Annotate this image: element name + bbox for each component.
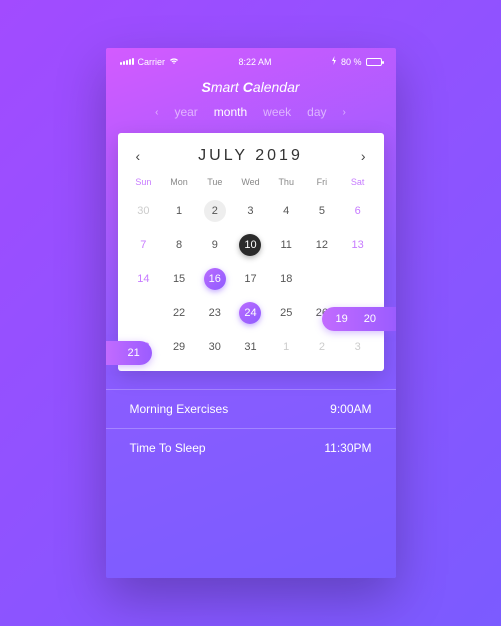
- day-cell[interactable]: 2: [304, 333, 340, 361]
- dow-label: Mon: [161, 177, 197, 191]
- day-cell[interactable]: [126, 299, 162, 327]
- day-cell[interactable]: 9: [197, 231, 233, 259]
- day-cell[interactable]: 17: [233, 265, 269, 293]
- event-row[interactable]: Morning Exercises 9:00AM: [106, 389, 396, 428]
- range-day: 19: [336, 313, 348, 325]
- app-title: Smart Calendar: [106, 71, 396, 105]
- range-day: 20: [364, 313, 376, 325]
- range-pill-19-20[interactable]: 19 20: [322, 307, 396, 331]
- wifi-icon: [169, 57, 179, 67]
- tab-month[interactable]: month: [214, 105, 247, 119]
- dow-label: Fri: [304, 177, 340, 191]
- dow-label: Wed: [233, 177, 269, 191]
- events-list: Morning Exercises 9:00AM Time To Sleep 1…: [106, 389, 396, 467]
- day-cell[interactable]: 7: [126, 231, 162, 259]
- battery-icon: [366, 58, 382, 66]
- calendar-grid: SunMonTueWedThuFriSat3012345678910111213…: [118, 177, 384, 361]
- phone-frame: Carrier 8:22 AM 80 % Smart Calendar ‹ ye…: [106, 48, 396, 578]
- view-tabs: ‹ year month week day ›: [106, 105, 396, 133]
- day-cell[interactable]: 18: [268, 265, 304, 293]
- status-bar: Carrier 8:22 AM 80 %: [106, 48, 396, 71]
- month-label: JULY 2019: [198, 147, 303, 165]
- day-cell[interactable]: 23: [197, 299, 233, 327]
- tab-week[interactable]: week: [263, 105, 291, 119]
- day-cell[interactable]: 4: [268, 197, 304, 225]
- day-cell[interactable]: 30: [126, 197, 162, 225]
- day-cell[interactable]: 1: [161, 197, 197, 225]
- dow-label: Thu: [268, 177, 304, 191]
- day-cell[interactable]: 29: [161, 333, 197, 361]
- battery-pct-label: 80 %: [341, 57, 362, 67]
- day-cell[interactable]: 31: [233, 333, 269, 361]
- range-day: 21: [128, 347, 140, 359]
- dow-label: Sat: [340, 177, 376, 191]
- tabs-next-icon[interactable]: ›: [343, 107, 346, 118]
- day-cell[interactable]: 6: [340, 197, 376, 225]
- day-cell[interactable]: 12: [304, 231, 340, 259]
- day-cell[interactable]: 22: [161, 299, 197, 327]
- day-cell[interactable]: 15: [161, 265, 197, 293]
- event-time: 11:30PM: [324, 441, 371, 455]
- event-title: Morning Exercises: [130, 402, 229, 416]
- tab-day[interactable]: day: [307, 105, 326, 119]
- day-cell[interactable]: 11: [268, 231, 304, 259]
- day-cell[interactable]: 14: [126, 265, 162, 293]
- day-cell[interactable]: [340, 265, 376, 293]
- month-prev-button[interactable]: ‹: [136, 148, 141, 164]
- tab-year[interactable]: year: [174, 105, 197, 119]
- day-cell[interactable]: 5: [304, 197, 340, 225]
- day-cell[interactable]: [304, 265, 340, 293]
- carrier-label: Carrier: [138, 57, 166, 67]
- month-next-button[interactable]: ›: [361, 148, 366, 164]
- day-cell[interactable]: 13: [340, 231, 376, 259]
- day-cell[interactable]: 16: [197, 265, 233, 293]
- day-cell[interactable]: 8: [161, 231, 197, 259]
- day-cell[interactable]: 3: [340, 333, 376, 361]
- day-cell[interactable]: 2: [197, 197, 233, 225]
- day-cell[interactable]: 3: [233, 197, 269, 225]
- dow-label: Tue: [197, 177, 233, 191]
- tabs-prev-icon[interactable]: ‹: [155, 107, 158, 118]
- day-cell[interactable]: 10: [233, 231, 269, 259]
- calendar-card: ‹ JULY 2019 › SunMonTueWedThuFriSat30123…: [118, 133, 384, 371]
- event-title: Time To Sleep: [130, 441, 206, 455]
- range-pill-21[interactable]: 21: [106, 341, 152, 365]
- day-cell[interactable]: 25: [268, 299, 304, 327]
- dow-label: Sun: [126, 177, 162, 191]
- clock-label: 8:22 AM: [238, 57, 271, 67]
- day-cell[interactable]: 24: [233, 299, 269, 327]
- day-cell[interactable]: 30: [197, 333, 233, 361]
- event-row[interactable]: Time To Sleep 11:30PM: [106, 428, 396, 467]
- signal-icon: [120, 58, 134, 65]
- day-cell[interactable]: 1: [268, 333, 304, 361]
- bolt-icon: [331, 56, 337, 67]
- event-time: 9:00AM: [330, 402, 371, 416]
